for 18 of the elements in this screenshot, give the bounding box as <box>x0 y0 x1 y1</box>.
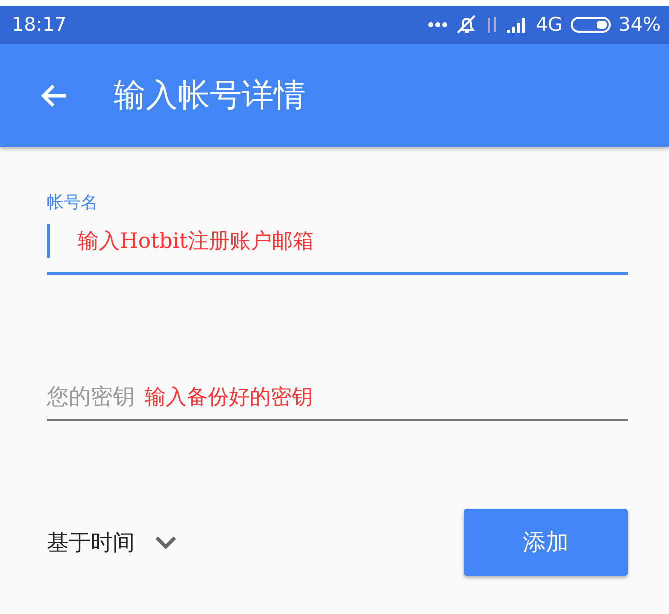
muted-bell-icon <box>456 15 478 35</box>
field-label: 帐号名 <box>47 192 99 214</box>
account-name-field[interactable]: 帐号名 输入Hotbit注册账户邮箱 <box>47 191 628 275</box>
signal-icon <box>506 17 528 33</box>
type-dropdown[interactable]: 基于时间 <box>47 528 135 558</box>
battery-icon <box>570 17 611 33</box>
chevron-down-icon[interactable] <box>155 536 177 550</box>
annotation-text: 输入备份好的密钥 <box>145 384 313 411</box>
secret-key-field[interactable]: 您的密钥 输入备份好的密钥 <box>47 375 628 421</box>
battery-percent: 34% <box>618 14 661 36</box>
more-dots-icon <box>428 22 448 28</box>
network-type: 4G <box>536 14 563 36</box>
screen-title: 输入帐号详情 <box>114 74 306 116</box>
status-time: 18:17 <box>12 14 67 36</box>
text-cursor <box>47 224 50 258</box>
add-button[interactable]: 添加 <box>464 509 628 576</box>
annotation-text: 输入Hotbit注册账户邮箱 <box>78 228 314 255</box>
field-placeholder: 您的密钥 <box>47 384 135 412</box>
